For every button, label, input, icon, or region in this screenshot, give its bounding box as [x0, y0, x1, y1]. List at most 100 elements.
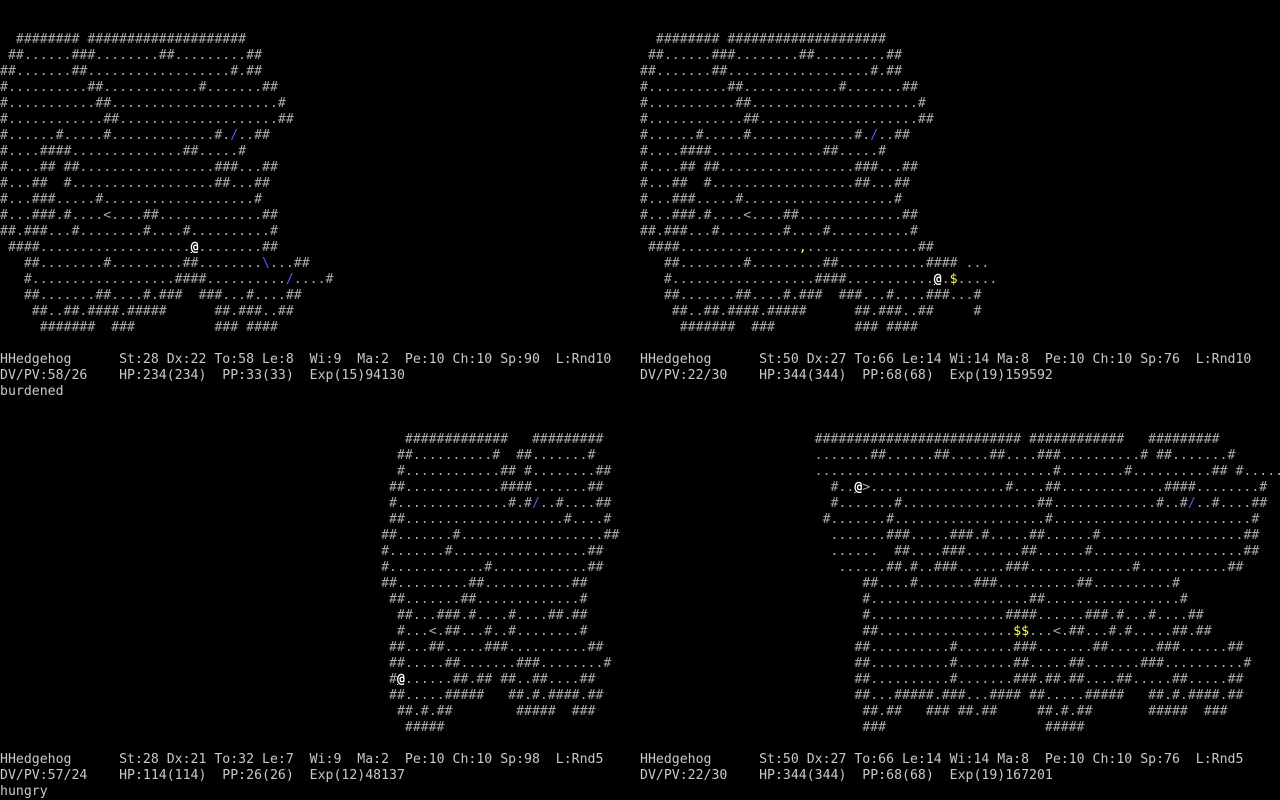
- map-row: ##.................$$...<.##...#.#.....#…: [640, 624, 1212, 639]
- map-row: #.......#...................#...........…: [640, 512, 1260, 527]
- map-row: ##........#.........##........\...##: [0, 256, 310, 271]
- map-row: #...........##.....................#: [640, 96, 926, 111]
- map-row: ##...###.#....#....##.##: [0, 608, 588, 623]
- map-row: #...<.##...#..#........#: [0, 624, 588, 639]
- map-row: #..............#.#/..#....##: [0, 496, 612, 511]
- map-row: #............#............##: [0, 560, 604, 575]
- status-line-1: HHedgehog St:50 Dx:27 To:66 Le:14 Wi:14 …: [640, 752, 1244, 767]
- player-glyph: @: [396, 672, 405, 687]
- wand-glyph: /: [1187, 496, 1196, 511]
- map-row: ##.## ### ##.## ##.#.## ##### ###: [640, 704, 1228, 719]
- wand-glyph: /: [531, 496, 540, 511]
- map-row: #....................##.................…: [640, 592, 1188, 607]
- map-row: #..........##............#.......##: [0, 80, 278, 95]
- map-row: ##.....##### ##.#.####.##: [0, 688, 604, 703]
- player-glyph: @: [933, 272, 942, 287]
- map-row: #...###.#....<....##.............##: [0, 208, 278, 223]
- map-row: ......##.#..###......###.............#..…: [640, 560, 1244, 575]
- map-row: ##.###...#........#....#..........#: [0, 224, 278, 239]
- map-row: ######## ####################: [640, 32, 887, 47]
- map-row: #....## ##.................###...##: [640, 160, 918, 175]
- map-row: ########################## ############ …: [640, 432, 1220, 447]
- map-row: ####...............,..............##: [640, 240, 934, 255]
- map-row: ##..........#.......###.......##......##…: [640, 640, 1244, 655]
- game-panel-bottom-right: ########################## ############ …: [640, 400, 1280, 800]
- map-row: ##......###........##.........##: [0, 48, 263, 63]
- player-glyph: @: [854, 480, 863, 495]
- map-row: #....####..............##.....#: [0, 144, 247, 159]
- map-row: #....## ##.................###...##: [0, 160, 278, 175]
- wand-glyph: /: [285, 272, 294, 287]
- map-row: ...... ##....###.......##......#........…: [640, 544, 1260, 559]
- game-panel-bottom-left: ############# ######### ##..........# ##…: [0, 400, 640, 800]
- map-row: #..........##............#.......##: [640, 80, 918, 95]
- wand-glyph: /: [870, 128, 879, 143]
- map-row: ##..........#.......##.....##.......###.…: [640, 656, 1252, 671]
- map-row: ##.......##.............#: [0, 592, 588, 607]
- gold-glyph: $: [1013, 624, 1022, 639]
- map-row: ##..........#.......###.##.##....##.....…: [640, 672, 1244, 687]
- map-row: ##.......##....#.### ###...#....##: [0, 288, 302, 303]
- status-line-3: burdened: [0, 384, 64, 399]
- map-row: ####...................@........##: [0, 240, 278, 255]
- wand-glyph: /: [230, 128, 239, 143]
- map-row: ##..........# ##.......#: [0, 448, 596, 463]
- map-row: ############# #########: [0, 432, 604, 447]
- player-glyph: @: [190, 240, 199, 255]
- map-row: #...###.#....<....##.............##: [640, 208, 918, 223]
- map-row: ##.......##..................#.##: [0, 64, 263, 79]
- status-line-2: DV/PV:22/30 HP:344(344) PP:68(68) Exp(19…: [640, 368, 1053, 383]
- map-row: ##.......##....#.### ###...#....###...#: [640, 288, 982, 303]
- map-row: #...## #..................##...##: [640, 176, 910, 191]
- map-row: #............##....................##: [640, 112, 934, 127]
- map-row: ####### ### ### ####: [640, 320, 918, 335]
- map-row: #...## #..................##...##: [0, 176, 270, 191]
- map-row: ##.......#..................##: [0, 528, 620, 543]
- map-row: ##..##.####.##### ##.###..## #: [640, 304, 982, 319]
- map-row: #.......#.................##............…: [640, 496, 1268, 511]
- status-line-1: HHedgehog St:28 Dx:21 To:32 Le:7 Wi:9 Ma…: [0, 752, 604, 767]
- map-row: ####### ### ### ####: [0, 320, 278, 335]
- map-row: ##.###...#........#....#..........#: [640, 224, 918, 239]
- map-row: #...###.....#...................#: [640, 192, 903, 207]
- map-row: ##.........##...........##: [0, 576, 588, 591]
- map-row: ##............####.......##: [0, 480, 604, 495]
- map-row: ..............................#........#…: [640, 464, 1280, 479]
- status-line-1: HHedgehog St:28 Dx:22 To:58 Le:8 Wi:9 Ma…: [0, 352, 612, 367]
- status-line-2: DV/PV:22/30 HP:344(344) PP:68(68) Exp(19…: [640, 768, 1053, 783]
- status-line-1: HHedgehog St:50 Dx:27 To:66 Le:14 Wi:14 …: [640, 352, 1252, 367]
- map-row: #............## #........##: [0, 464, 612, 479]
- status-line-2: DV/PV:58/26 HP:234(234) PP:33(33) Exp(15…: [0, 368, 405, 383]
- map-row: ##.......##..................#.##: [640, 64, 903, 79]
- map-row: #..................####........../....#: [0, 272, 334, 287]
- gold-glyph: $: [949, 272, 958, 287]
- map-row: #............##....................##: [0, 112, 294, 127]
- gold-glyph: $: [1021, 624, 1030, 639]
- map-row: #..................####...........@.$...…: [640, 272, 998, 287]
- map-row: ######## ####################: [0, 32, 247, 47]
- map-row: #....####..............##.....#: [640, 144, 887, 159]
- map-row: .......###.....###.#.....##......#......…: [640, 528, 1260, 543]
- map-row: #@......##.## ##..##....##: [0, 672, 596, 687]
- map-row: #.......#.................##: [0, 544, 604, 559]
- map-row: ##.#.## ##### ###: [0, 704, 596, 719]
- map-row: ##.....##.......###........#: [0, 656, 612, 671]
- status-line-3: hungry: [0, 784, 48, 799]
- map-row: ### #####: [640, 720, 1085, 735]
- map-row: ##........#.........##...........#### ..…: [640, 256, 990, 271]
- map-row: #..@>.................#....##...........…: [640, 480, 1268, 495]
- map-row: ##...##.....###..........##: [0, 640, 604, 655]
- map-row: #####: [0, 720, 445, 735]
- game-panel-top-right: ######## #################### ##......##…: [640, 0, 1280, 400]
- status-line-2: DV/PV:57/24 HP:114(114) PP:26(26) Exp(12…: [0, 768, 405, 783]
- map-row: ##...#####.###...#### ##.....##### ##.#.…: [640, 688, 1244, 703]
- map-row: .......##......##.....##....###.........…: [640, 448, 1236, 463]
- map-row: ##......###........##.........##: [640, 48, 903, 63]
- map-row: #...........##.....................#: [0, 96, 286, 111]
- map-row: #......#.....#.............#./..##: [0, 128, 270, 143]
- map-row: #......#.....#.............#./..##: [640, 128, 910, 143]
- weapon-glyph: \: [262, 256, 270, 271]
- map-row: ##....#.......###..........##..........#: [640, 576, 1180, 591]
- item-glyph: ,: [798, 240, 807, 255]
- map-row: #...###.....#...................#: [0, 192, 263, 207]
